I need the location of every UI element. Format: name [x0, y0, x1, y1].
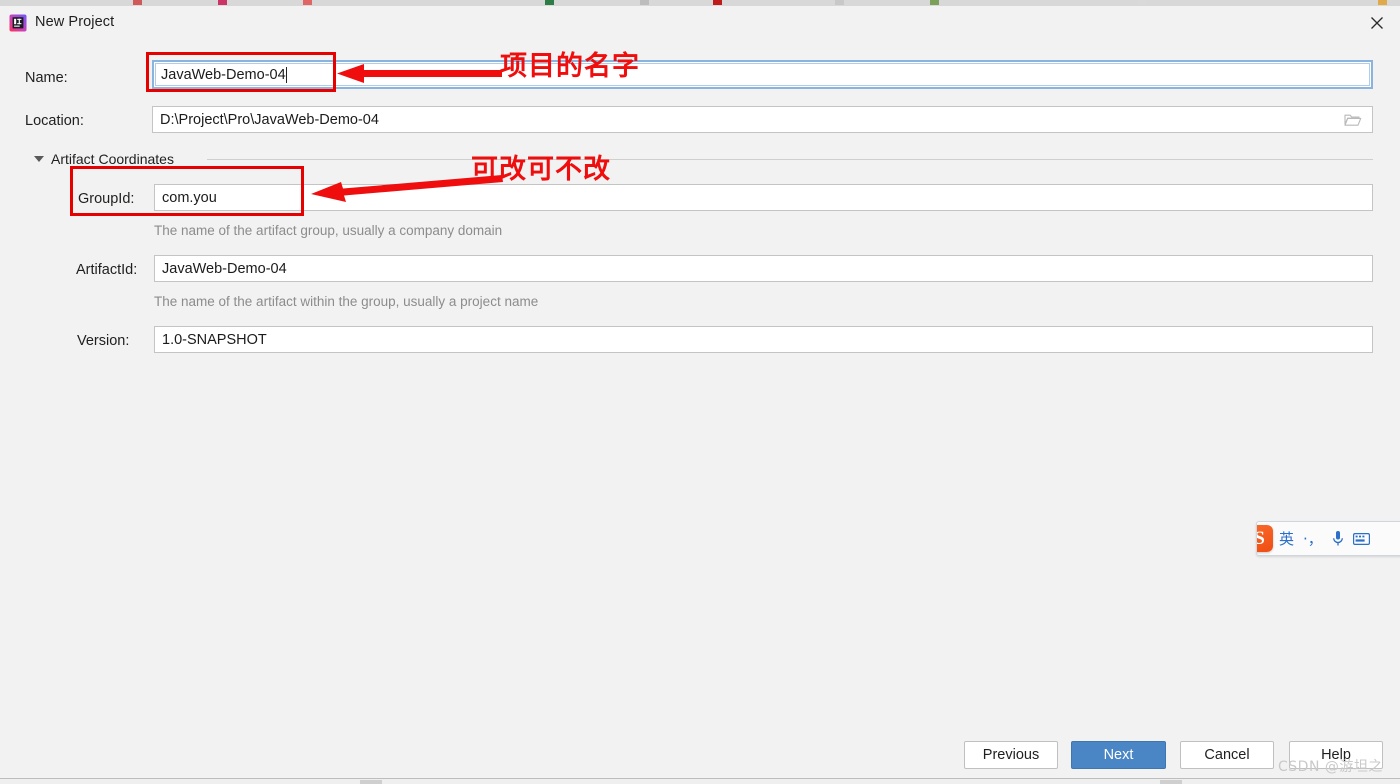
- sogou-logo-icon[interactable]: S: [1257, 525, 1273, 552]
- section-collapse-triangle[interactable]: [34, 156, 44, 162]
- tab-color-dot: [133, 0, 142, 5]
- screenshot-root: New Project Name: JavaWeb-Demo-04 Locati…: [0, 0, 1400, 784]
- location-label: Location:: [25, 113, 84, 129]
- version-input[interactable]: 1.0-SNAPSHOT: [154, 326, 1373, 353]
- artifact-coordinates-section-title: Artifact Coordinates: [51, 151, 174, 167]
- tab-color-dot: [1137, 0, 1146, 5]
- section-divider: [207, 159, 1373, 160]
- previous-button[interactable]: Previous: [964, 741, 1058, 769]
- taskbar-item: [1160, 780, 1182, 784]
- sogou-ime-toolbar[interactable]: S 英 ·，: [1256, 521, 1400, 556]
- taskbar-item: [360, 780, 382, 784]
- tab-color-dot: [218, 0, 227, 5]
- tab-color-dot: [713, 0, 722, 5]
- tab-color-dot: [930, 0, 939, 5]
- keyboard-icon[interactable]: [1352, 532, 1370, 545]
- csdn-watermark: CSDN @游坦之: [1278, 759, 1383, 775]
- name-label: Name:: [25, 70, 68, 86]
- project-form: Name: JavaWeb-Demo-04 Location: D:\Proje…: [0, 40, 1400, 740]
- groupid-input[interactable]: com.you: [154, 184, 1373, 211]
- version-label: Version:: [77, 333, 130, 349]
- ime-language-mode[interactable]: 英: [1279, 528, 1294, 549]
- tab-color-dot: [640, 0, 649, 5]
- cancel-button[interactable]: Cancel: [1180, 741, 1274, 769]
- artifactid-input[interactable]: JavaWeb-Demo-04: [154, 255, 1373, 282]
- tab-color-dot: [835, 0, 844, 5]
- name-input-value: JavaWeb-Demo-04: [161, 66, 286, 83]
- folder-icon[interactable]: [1344, 113, 1362, 127]
- new-project-dialog: New Project Name: JavaWeb-Demo-04 Locati…: [0, 6, 1400, 778]
- name-annotation-text: 项目的名字: [500, 51, 640, 82]
- microphone-icon[interactable]: [1332, 530, 1344, 547]
- groupid-input-value: com.you: [162, 189, 217, 206]
- groupid-annotation-text: 可改可不改: [471, 154, 611, 185]
- text-caret: [285, 66, 287, 83]
- tab-color-dot: [1378, 0, 1387, 5]
- groupid-label: GroupId:: [78, 191, 135, 207]
- dialog-titlebar: New Project: [0, 6, 1400, 40]
- tab-color-dot: [545, 0, 554, 5]
- version-input-value: 1.0-SNAPSHOT: [162, 331, 267, 348]
- location-input[interactable]: D:\Project\Pro\JavaWeb-Demo-04: [152, 106, 1373, 133]
- dialog-title: New Project: [35, 14, 115, 30]
- artifactid-input-value: JavaWeb-Demo-04: [162, 260, 287, 277]
- intellij-idea-icon: [9, 14, 27, 32]
- next-button[interactable]: Next: [1071, 741, 1166, 769]
- artifactid-label: ArtifactId:: [76, 262, 138, 278]
- tab-color-dot: [303, 0, 312, 5]
- groupid-helper-text: The name of the artifact group, usually …: [154, 223, 503, 238]
- close-icon[interactable]: [1354, 6, 1400, 40]
- location-input-value: D:\Project\Pro\JavaWeb-Demo-04: [160, 111, 379, 128]
- taskbar-sliver: [0, 778, 1400, 784]
- ime-punctuation-toggle[interactable]: ·，: [1303, 528, 1323, 549]
- artifactid-helper-text: The name of the artifact within the grou…: [154, 294, 539, 309]
- name-input[interactable]: JavaWeb-Demo-04: [152, 60, 1373, 89]
